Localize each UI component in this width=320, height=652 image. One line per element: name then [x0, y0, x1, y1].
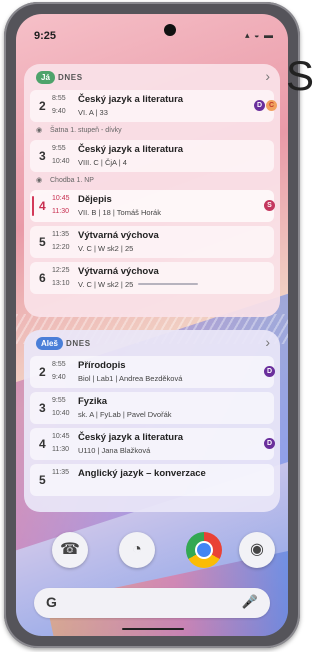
lesson-start: 8:55 — [52, 95, 66, 102]
eye-icon: ◉ — [36, 177, 43, 184]
edge-letter: S — [286, 52, 315, 99]
lesson-info: V. C | W sk2 | 25 — [78, 280, 134, 289]
lesson-row[interactable]: 6 12:25 13:10 Výtvarná výchova V. C | W … — [30, 262, 274, 294]
lesson-end: 9:40 — [52, 108, 66, 115]
eye-icon: ◉ — [36, 127, 43, 134]
widget-day-label: DNES — [66, 339, 91, 348]
lesson-end: 9:40 — [52, 374, 66, 381]
room-separator: ◉ Chodba 1. NP — [30, 176, 274, 187]
badge-d-icon: D — [254, 100, 265, 111]
lesson-end: 11:30 — [52, 446, 69, 453]
chevron-right-icon[interactable]: › — [265, 334, 270, 350]
lesson-info: Biol | Lab1 | Andrea Bezděková — [78, 374, 183, 383]
widget-scrollbar[interactable] — [138, 283, 198, 285]
lesson-start: 11:35 — [52, 469, 69, 476]
lesson-end: 10:40 — [52, 158, 70, 165]
lesson-info: U110 | Jana Blažková — [78, 446, 151, 455]
badge-d-icon: D — [264, 366, 275, 377]
widget-day-label: DNES — [58, 73, 83, 82]
lesson-info: VI. A | 33 — [78, 108, 108, 117]
front-camera — [164, 24, 176, 36]
lesson-number: 4 — [39, 437, 46, 451]
lesson-subject: Český jazyk a literatura — [78, 144, 184, 155]
lesson-number: 2 — [39, 365, 46, 379]
lesson-subject: Anglický jazyk – konverzace — [78, 468, 206, 479]
google-logo-icon: G — [46, 594, 57, 610]
lesson-start: 10:45 — [52, 433, 70, 440]
lesson-row[interactable]: 4 10:45 11:30 Český jazyk a literatura U… — [30, 428, 275, 460]
widget-header[interactable]: Já DNES › — [24, 64, 280, 90]
lesson-end: 11:30 — [52, 208, 69, 215]
home-screen: 9:25 ▴ ◒ ▬ Já DNES › 2 8:55 9:40 Český j… — [16, 14, 288, 636]
lesson-row[interactable]: 3 9:55 10:40 Český jazyk a literatura VI… — [30, 140, 274, 172]
lesson-subject: Přírodopis — [78, 360, 126, 371]
widget-header[interactable]: Aleš DNES › — [24, 330, 280, 356]
camera-app-icon[interactable]: ◉ — [239, 532, 275, 568]
phone-frame: 9:25 ▴ ◒ ▬ Já DNES › 2 8:55 9:40 Český j… — [4, 2, 300, 648]
separator-label: Chodba 1. NP — [50, 177, 94, 184]
user-chip: Já — [36, 71, 55, 84]
room-separator: ◉ Šatna 1. stupeň - dívky — [30, 126, 274, 137]
badge-d-icon: D — [264, 438, 275, 449]
lesson-end: 13:10 — [52, 280, 70, 287]
chrome-app-icon[interactable] — [186, 532, 222, 568]
lesson-number: 5 — [39, 235, 46, 249]
status-icons: ▴ ◒ ▬ — [245, 30, 274, 40]
lesson-subject: Dějepis — [78, 194, 112, 205]
lesson-start: 9:55 — [52, 145, 66, 152]
lesson-number: 2 — [39, 99, 46, 113]
lesson-number: 6 — [39, 271, 46, 285]
lesson-subject: Český jazyk a literatura — [78, 94, 184, 105]
lesson-row[interactable]: 2 8:55 9:40 Český jazyk a literatura VI.… — [30, 90, 277, 122]
lesson-number: 3 — [39, 149, 46, 163]
lesson-end: 10:40 — [52, 410, 70, 417]
lesson-end: 12:20 — [52, 244, 70, 251]
separator-label: Šatna 1. stupeň - dívky — [50, 127, 122, 134]
user-chip: Aleš — [36, 337, 63, 350]
lesson-info: VIII. C | ČjA | 4 — [78, 158, 127, 167]
lesson-start: 12:25 — [52, 267, 70, 274]
clock-app-icon[interactable]: ◔ — [119, 532, 155, 568]
lesson-subject: Výtvarná výchova — [78, 266, 159, 277]
lesson-subject: Fyzika — [78, 396, 108, 407]
lesson-info: sk. A | FyLab | Pavel Dvořák — [78, 410, 172, 419]
lesson-row[interactable]: 5 11:35 12:20 Výtvarná výchova V. C | W … — [30, 226, 274, 258]
badge-c-icon: C — [266, 100, 277, 111]
status-time: 9:25 — [34, 30, 57, 42]
status-bar: 9:25 ▴ ◒ ▬ — [16, 14, 288, 44]
lesson-row-current[interactable]: 4 10:45 11:30 Dějepis VII. B | 18 | Tomá… — [30, 190, 275, 222]
lesson-info: VII. B | 18 | Tomáš Horák — [78, 208, 161, 217]
lesson-start: 10:45 — [52, 195, 70, 202]
chevron-right-icon[interactable]: › — [265, 68, 270, 84]
phone-app-icon[interactable]: ☎ — [52, 532, 88, 568]
lesson-row[interactable]: 2 8:55 9:40 Přírodopis Biol | Lab1 | And… — [30, 356, 275, 388]
lesson-start: 11:35 — [52, 231, 69, 238]
timetable-widget-me[interactable]: Já DNES › 2 8:55 9:40 Český jazyk a lite… — [24, 64, 280, 317]
lesson-number: 4 — [39, 199, 46, 213]
lesson-info: V. C | W sk2 | 25 — [78, 244, 134, 253]
gesture-nav-bar[interactable] — [122, 628, 184, 630]
lesson-subject: Výtvarná výchova — [78, 230, 159, 241]
microphone-icon[interactable]: 🎤 — [242, 594, 258, 610]
badge-s-icon: S — [264, 200, 275, 211]
google-search-bar[interactable]: G 🎤 — [34, 588, 270, 618]
lesson-number: 5 — [39, 473, 46, 487]
timetable-widget-ales[interactable]: Aleš DNES › 2 8:55 9:40 Přírodopis Biol … — [24, 330, 280, 512]
lesson-start: 9:55 — [52, 397, 66, 404]
lesson-subject: Český jazyk a literatura — [78, 432, 184, 443]
lesson-start: 8:55 — [52, 361, 66, 368]
lesson-row[interactable]: 5 11:35 Anglický jazyk – konverzace — [30, 464, 274, 496]
lesson-number: 3 — [39, 401, 46, 415]
lesson-row[interactable]: 3 9:55 10:40 Fyzika sk. A | FyLab | Pave… — [30, 392, 274, 424]
